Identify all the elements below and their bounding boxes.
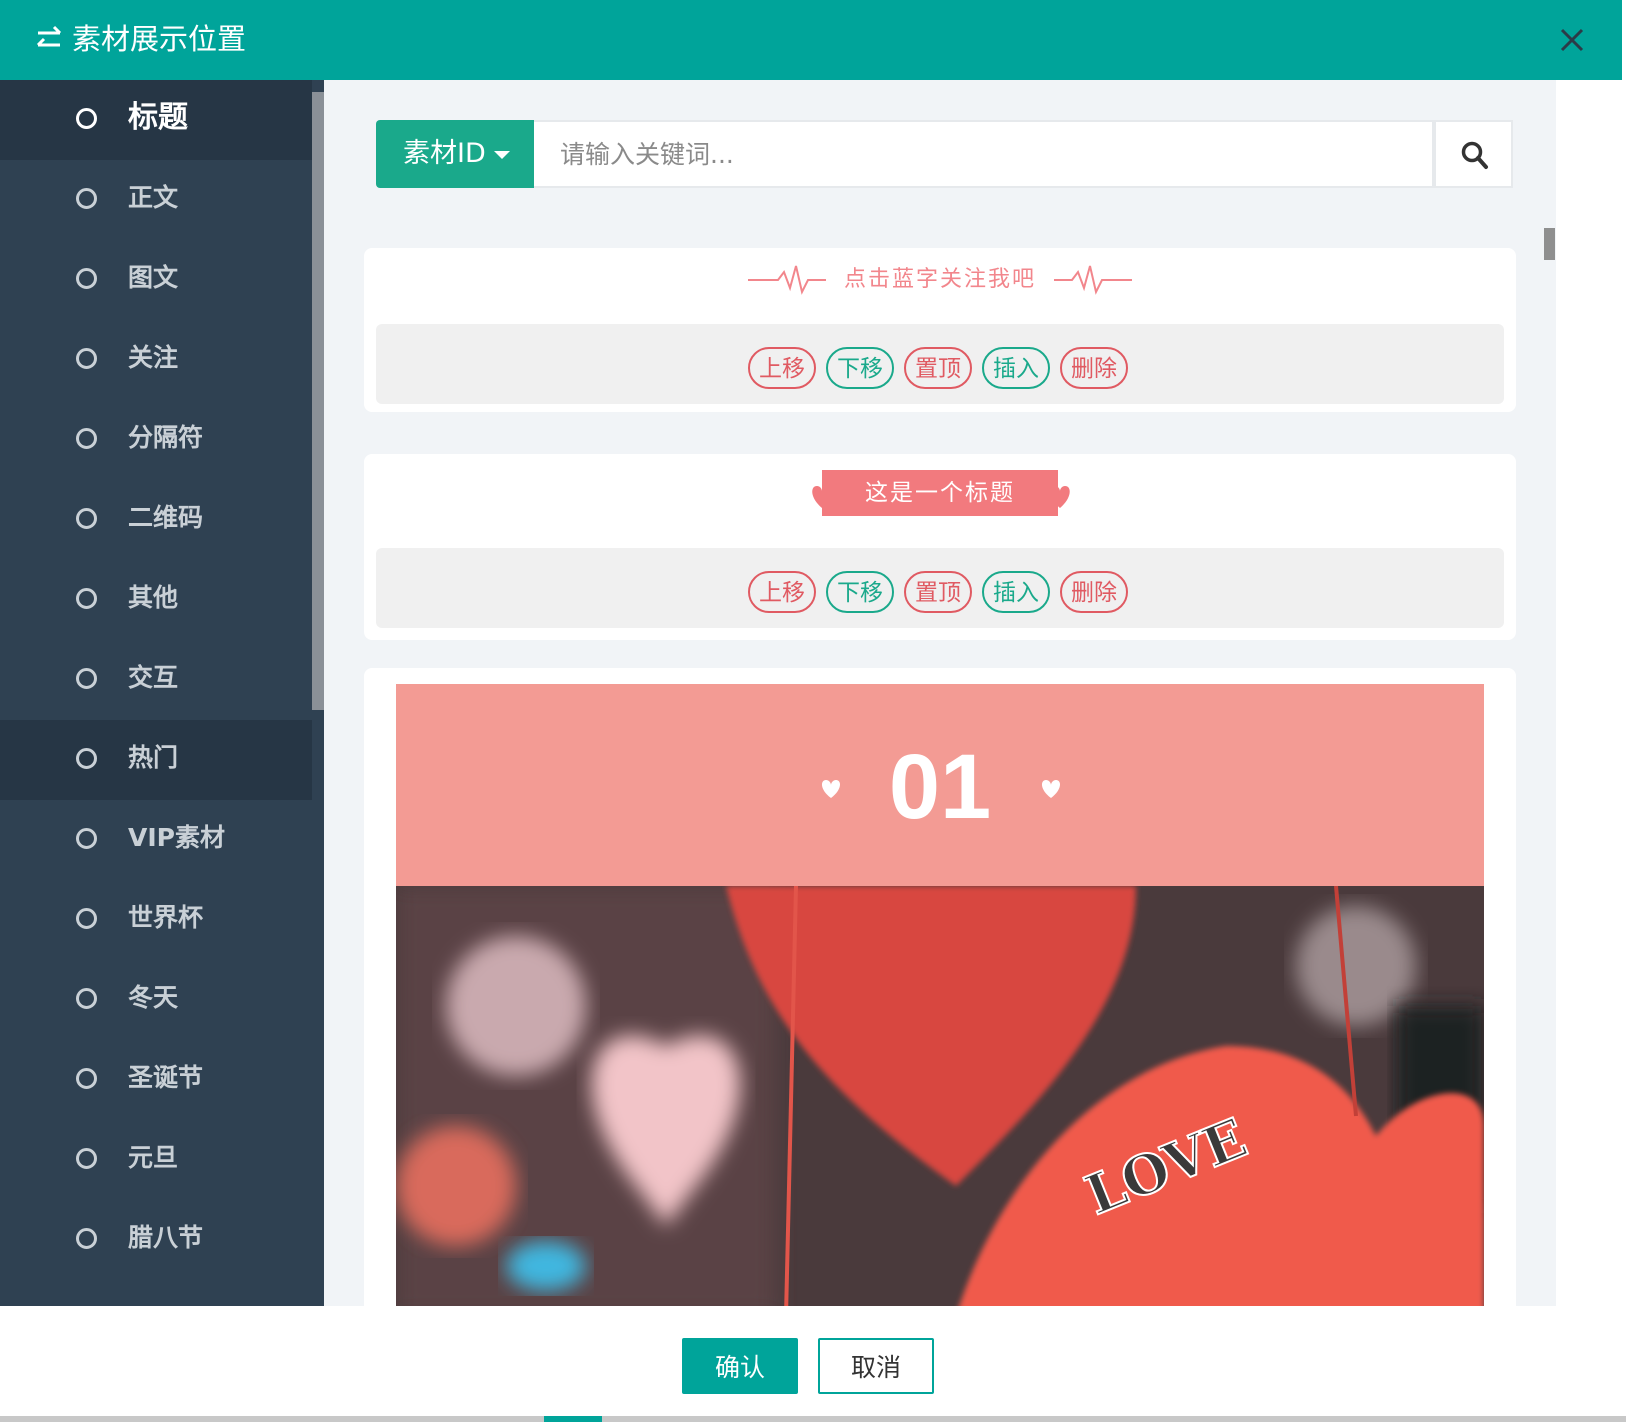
- sidebar-scrollbar[interactable]: [312, 80, 324, 1306]
- photo-illustration: LOVE: [396, 886, 1484, 1306]
- sidebar-item-label: 腊八节: [128, 1223, 204, 1252]
- card-action-bar: 上移 下移 置顶 插入 删除: [376, 548, 1504, 628]
- sidebar-item-label: 二维码: [128, 503, 204, 532]
- radio-ring-icon: [76, 908, 97, 929]
- dialog-header: 素材展示位置: [0, 0, 1622, 80]
- sidebar-item-label: 冬天: [128, 983, 179, 1012]
- sidebar-item-new-year[interactable]: 元旦: [0, 1120, 312, 1200]
- sidebar-item-world-cup[interactable]: 世界杯: [0, 880, 312, 960]
- insert-button[interactable]: 插入: [982, 571, 1050, 613]
- move-down-button[interactable]: 下移: [826, 571, 894, 613]
- dialog-footer: 确认 取消: [0, 1306, 1622, 1416]
- radio-ring-icon: [76, 988, 97, 1009]
- page-bottom-accent: [544, 1416, 602, 1422]
- right-margin: [1556, 80, 1622, 1306]
- confirm-button[interactable]: 确认: [682, 1338, 798, 1394]
- radio-ring-icon: [76, 828, 97, 849]
- pin-top-button[interactable]: 置顶: [904, 571, 972, 613]
- sidebar-item-label: 世界杯: [128, 903, 204, 932]
- radio-ring-icon: [76, 428, 97, 449]
- search-button[interactable]: [1434, 120, 1513, 188]
- dialog-title: 素材展示位置: [72, 22, 247, 56]
- sidebar-item-winter[interactable]: 冬天: [0, 960, 312, 1040]
- dropdown-label: 素材ID: [403, 138, 486, 169]
- card-action-bar: 上移 下移 置顶 插入 删除: [376, 324, 1504, 404]
- sidebar-item-laba[interactable]: 腊八节: [0, 1200, 312, 1280]
- pin-top-button[interactable]: 置顶: [904, 347, 972, 389]
- sidebar-item-label: 分隔符: [128, 423, 204, 452]
- material-position-dialog: 素材展示位置 标题 正文 图文 关注 分隔符 二维码 其他 交互 热门 VIP素…: [0, 0, 1622, 1416]
- sidebar-item-popular[interactable]: 热门: [0, 720, 312, 800]
- search-field-dropdown[interactable]: 素材ID: [376, 120, 534, 188]
- radio-ring-icon: [76, 1228, 97, 1249]
- sidebar-item-label: 交互: [128, 663, 179, 692]
- swap-arrows-icon: [36, 25, 62, 47]
- radio-ring-icon: [76, 588, 97, 609]
- sidebar-item-label: 正文: [128, 183, 179, 212]
- radio-ring-icon: [76, 1068, 97, 1089]
- search-bar: 素材ID: [376, 120, 1513, 188]
- radio-ring-icon: [76, 748, 97, 769]
- banner-number: 01: [888, 736, 992, 838]
- radio-ring-icon: [76, 268, 97, 289]
- follow-prompt-text: 点击蓝字关注我吧: [843, 267, 1036, 292]
- sidebar-item-label: VIP素材: [128, 823, 225, 852]
- content-scroll-thumb[interactable]: [1544, 228, 1555, 260]
- insert-button[interactable]: 插入: [982, 347, 1050, 389]
- close-icon[interactable]: [1556, 24, 1588, 56]
- love-heart-photo: LOVE: [396, 886, 1484, 1306]
- number-banner: 01: [396, 684, 1484, 886]
- delete-button[interactable]: 删除: [1060, 347, 1128, 389]
- page-bottom-border: [0, 1416, 1626, 1422]
- category-sidebar: 标题 正文 图文 关注 分隔符 二维码 其他 交互 热门 VIP素材 世界杯 冬…: [0, 80, 324, 1306]
- sidebar-scroll-thumb[interactable]: [312, 92, 324, 710]
- sidebar-item-label: 其他: [128, 583, 179, 612]
- material-card: 这是一个标题 上移 下移 置顶 插入 删除: [364, 454, 1516, 640]
- radio-ring-icon: [76, 108, 97, 129]
- sidebar-item-label: 关注: [128, 343, 179, 372]
- radio-ring-icon: [76, 348, 97, 369]
- sidebar-item-christmas[interactable]: 圣诞节: [0, 1040, 312, 1120]
- title-preview: 这是一个标题: [822, 470, 1058, 516]
- sidebar-item-image-text[interactable]: 图文: [0, 240, 312, 320]
- move-down-button[interactable]: 下移: [826, 347, 894, 389]
- cancel-button[interactable]: 取消: [818, 1338, 934, 1394]
- sidebar-item-interaction[interactable]: 交互: [0, 640, 312, 720]
- sidebar-item-label: 圣诞节: [128, 1063, 204, 1092]
- sidebar-item-qrcode[interactable]: 二维码: [0, 480, 312, 560]
- sidebar-item-label: 热门: [128, 743, 179, 772]
- sidebar-item-body[interactable]: 正文: [0, 160, 312, 240]
- search-icon: [1461, 141, 1488, 169]
- radio-ring-icon: [76, 668, 97, 689]
- material-list-panel: 素材ID 点击蓝字关注我吧 上移 下移 置顶 插入: [324, 80, 1556, 1306]
- search-input[interactable]: [534, 120, 1434, 188]
- delete-button[interactable]: 删除: [1060, 571, 1128, 613]
- sidebar-item-follow[interactable]: 关注: [0, 320, 312, 400]
- sidebar-item-title[interactable]: 标题: [0, 80, 312, 160]
- sidebar-item-label: 元旦: [128, 1143, 179, 1172]
- radio-ring-icon: [76, 188, 97, 209]
- sidebar-item-label: 标题: [128, 100, 188, 135]
- caret-down-icon: [494, 151, 510, 159]
- material-card: 01 LOVE: [364, 668, 1516, 1306]
- radio-ring-icon: [76, 508, 97, 529]
- sidebar-item-divider[interactable]: 分隔符: [0, 400, 312, 480]
- sidebar-item-vip[interactable]: VIP素材: [0, 800, 312, 880]
- move-up-button[interactable]: 上移: [748, 571, 816, 613]
- heart-icon: [1050, 486, 1070, 508]
- radio-ring-icon: [76, 1148, 97, 1169]
- material-card: 点击蓝字关注我吧 上移 下移 置顶 插入 删除: [364, 248, 1516, 412]
- sidebar-item-other[interactable]: 其他: [0, 560, 312, 640]
- move-up-button[interactable]: 上移: [748, 347, 816, 389]
- heart-icon: [1041, 780, 1061, 798]
- sidebar-item-label: 图文: [128, 263, 179, 292]
